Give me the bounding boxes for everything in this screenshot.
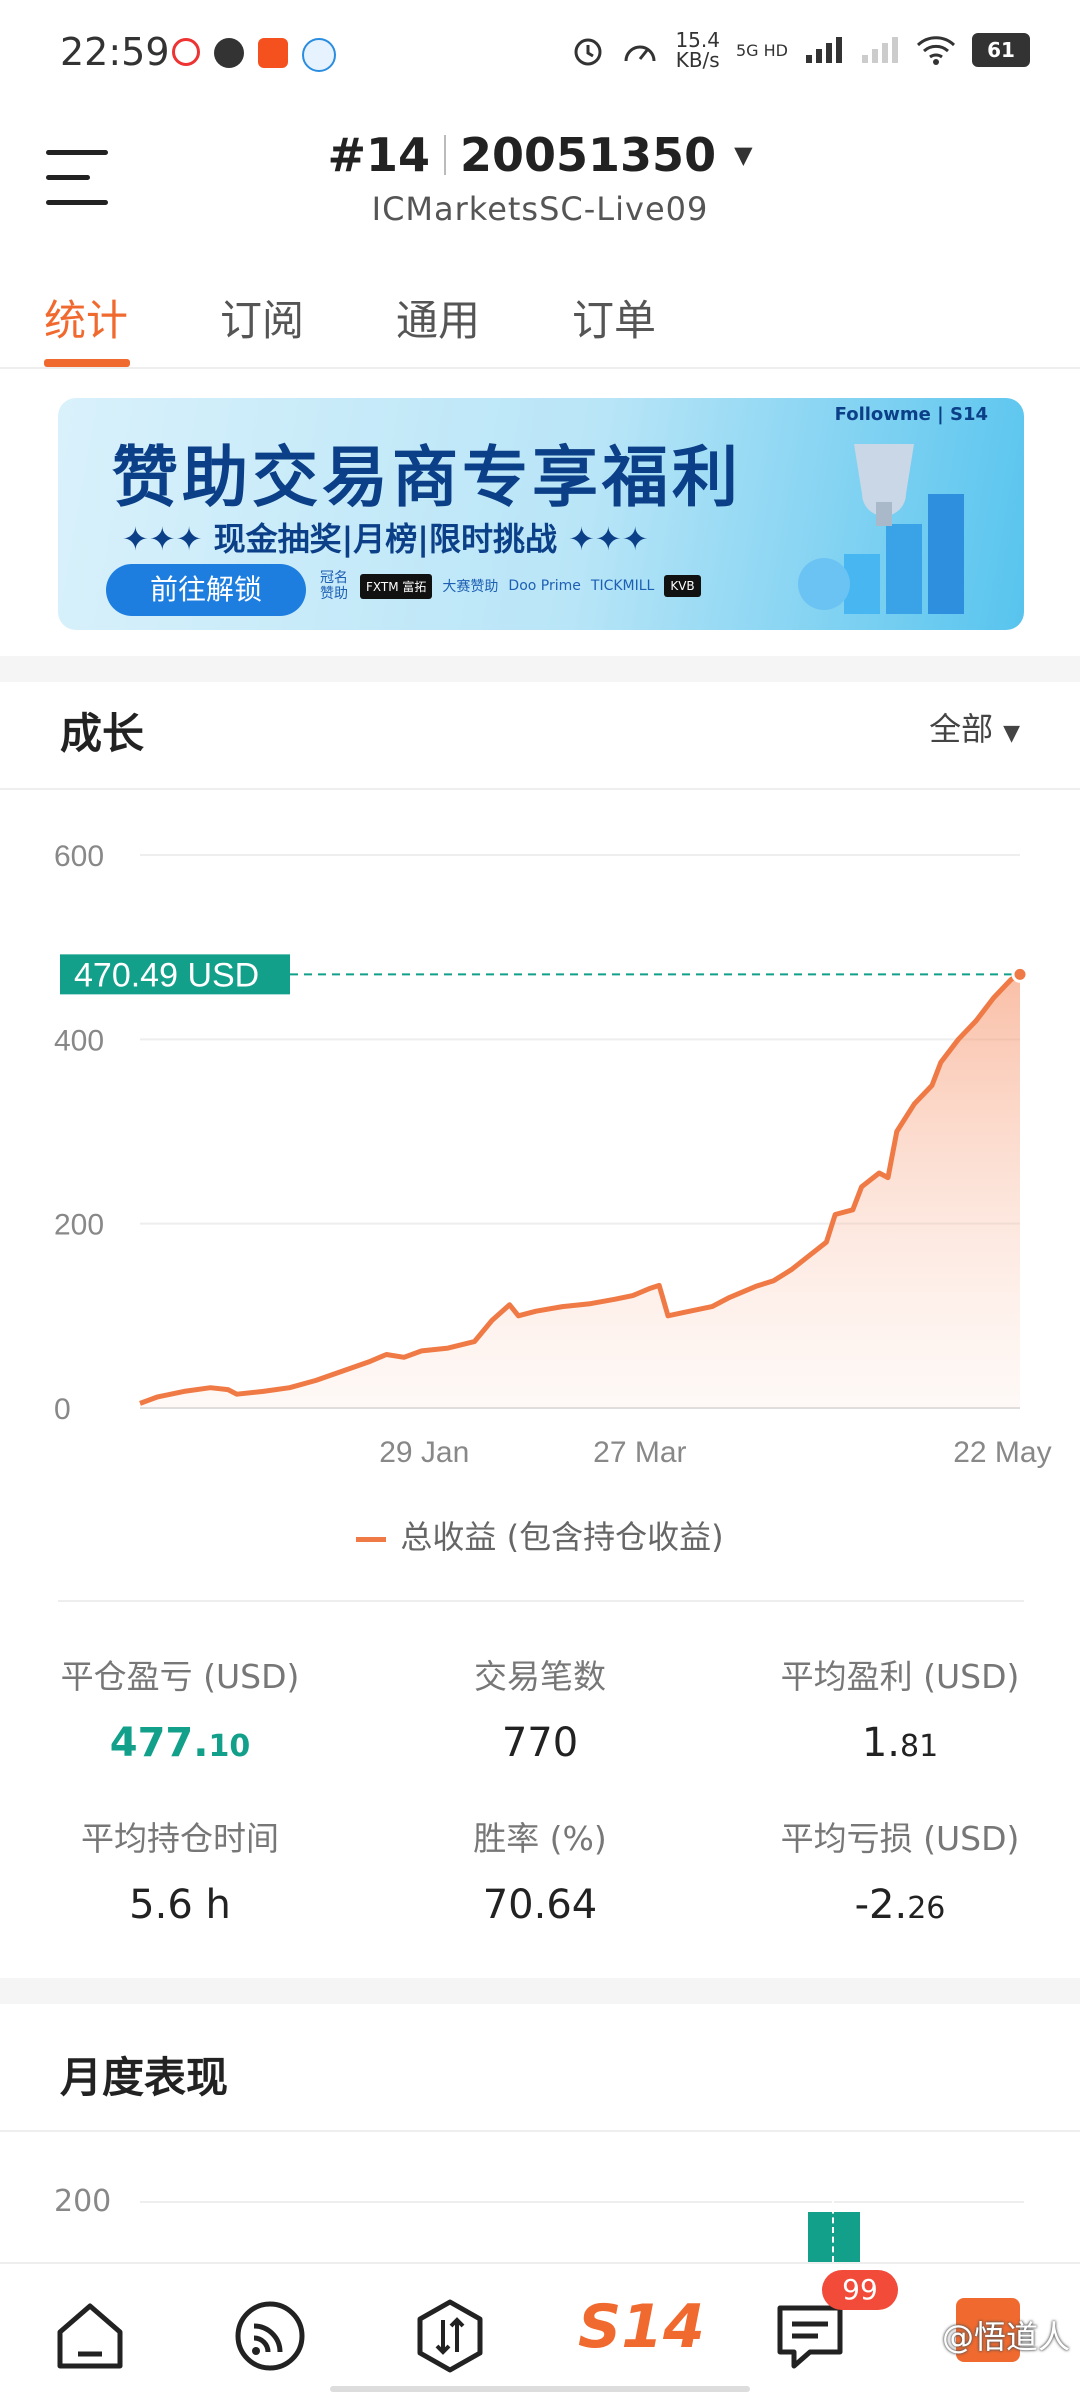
growth-title: 成长 [60, 709, 145, 758]
tab-stats[interactable]: 统计 [44, 287, 128, 348]
monthly-y-tick: 200 [54, 2184, 112, 2219]
app-icon [214, 38, 244, 68]
trophy-illustration [798, 444, 964, 614]
stat-item: 平均持仓时间 5.6 h [0, 1812, 360, 1928]
monthly-bar-marker [832, 2198, 836, 2262]
stat-value: 70.64 [482, 1882, 598, 1928]
stat-value: 477.10 [109, 1720, 251, 1766]
sponsor-fxtm: FXTM 富拓 [360, 573, 433, 599]
sponsor-label: 冠名赞助 [320, 570, 348, 602]
stat-label: 平均亏损 (USD) [780, 1819, 1020, 1858]
s14-logo-icon[interactable]: S14 [578, 2292, 705, 2372]
stat-item: 交易笔数 770 [360, 1650, 720, 1766]
current-point [1011, 965, 1029, 983]
notification-icons [172, 38, 336, 72]
map-pin-icon [172, 38, 200, 66]
y-tick-label: 600 [54, 840, 104, 873]
stat-label: 平均持仓时间 [81, 1819, 279, 1858]
stat-label: 平仓盈亏 (USD) [60, 1657, 300, 1696]
taobao-icon [258, 38, 288, 68]
dropdown-caret-icon: ▼ [1003, 721, 1020, 746]
monthly-gridline [140, 2201, 1024, 2203]
bottom-nav: S14 [0, 2262, 1080, 2402]
promo-banner[interactable]: Followme | S14 赞助交易商专享福利 ✦✦✦ 现金抽奖|月榜|限时挑… [58, 398, 1024, 630]
sponsor-main: 大赛赞助 [442, 579, 499, 595]
watermark: @悟道人 [941, 2318, 1070, 2356]
stat-item: 胜率 (%) 70.64 [360, 1812, 720, 1928]
stat-value: 1.81 [861, 1720, 939, 1766]
stat-label: 胜率 (%) [473, 1819, 607, 1858]
k-app-icon [302, 38, 336, 72]
y-tick-label: 200 [54, 1209, 104, 1242]
feed-icon[interactable] [230, 2296, 310, 2376]
signal-icon [806, 37, 842, 63]
wifi-icon [916, 36, 956, 65]
legend-label: 总收益 (包含持仓收益) [400, 1518, 724, 1556]
section-gap [0, 656, 1080, 682]
sponsor-strip: 冠名赞助 FXTM 富拓 大赛赞助 Doo Prime TICKMILL KVB [320, 570, 701, 602]
home-indicator[interactable] [330, 2386, 750, 2392]
status-bar: 22:59 15.4 KB/s 5G HD 61 [0, 0, 1080, 110]
net-type: 5G HD [735, 40, 788, 60]
growth-chart[interactable]: 600 400 200 0 29 Jan 27 Mar 22 May 470.49 USD [0, 790, 1080, 1550]
x-tick-label: 29 Jan [379, 1436, 469, 1469]
status-time: 22:59 [60, 30, 170, 74]
rank-label: #14 [327, 128, 431, 182]
stat-label: 交易笔数 [474, 1657, 606, 1696]
section-gap [0, 1978, 1080, 2004]
sponsor-kvb: KVB [664, 575, 701, 597]
stat-value: 5.6 h [129, 1882, 231, 1928]
divider [0, 2130, 1080, 2132]
banner-title: 赞助交易商专享福利 [112, 439, 742, 516]
stat-value: -2.26 [854, 1882, 946, 1928]
speedometer-icon [624, 45, 656, 62]
account-selector[interactable]: #14 20051350 ▼ ICMarketsSC-Live09 [0, 128, 1080, 228]
signal-weak-icon [862, 37, 898, 63]
legend-swatch [356, 1536, 387, 1542]
battery-icon: 61 [972, 33, 1030, 67]
divider [58, 1600, 1024, 1602]
home-icon[interactable] [50, 2296, 130, 2376]
unlock-button[interactable]: 前往解锁 [106, 564, 306, 616]
server-name: ICMarketsSC-Live09 [371, 190, 709, 228]
x-tick-label: 27 Mar [593, 1436, 686, 1469]
monthly-title: 月度表现 [60, 2053, 229, 2102]
dropdown-caret-icon: ▼ [734, 141, 753, 169]
y-tick-label: 400 [54, 1024, 104, 1057]
stat-label: 平均盈利 (USD) [780, 1657, 1020, 1696]
status-right: 15.4 KB/s 5G HD 61 [571, 30, 1030, 70]
tab-subscribe[interactable]: 订阅 [220, 287, 304, 348]
stat-item: 平均盈利 (USD) 1.81 [720, 1650, 1080, 1766]
stat-value: 770 [501, 1720, 579, 1766]
message-count-badge: 99 [822, 2270, 898, 2310]
banner-brand: Followme | S14 [834, 404, 988, 425]
stat-item: 平仓盈亏 (USD) 477.10 [0, 1650, 360, 1766]
sponsor-tickmill: TICKMILL [590, 578, 655, 594]
range-filter[interactable]: 全部 ▼ [929, 704, 1020, 750]
tab-bar: 统计 订阅 通用 订单 [0, 275, 1080, 369]
tab-general[interactable]: 通用 [396, 287, 480, 348]
net-speed: 15.4 KB/s [675, 28, 720, 72]
x-tick-label: 22 May [953, 1436, 1051, 1469]
alarm-icon [574, 38, 602, 66]
y-tick-label: 0 [54, 1393, 71, 1426]
banner-subtitle: ✦✦✦ 现金抽奖|月榜|限时挑战 ✦✦✦ [122, 520, 649, 558]
current-value-label: 470.49 USD [74, 956, 259, 994]
tab-indicator [44, 359, 130, 367]
chart-legend: 总收益 (包含持仓收益) [0, 1512, 1080, 1558]
stat-item: 平均亏损 (USD) -2.26 [720, 1812, 1080, 1928]
account-number: 20051350 [460, 128, 717, 182]
sponsor-doo: Doo Prime [508, 578, 581, 594]
tab-orders[interactable]: 订单 [572, 287, 656, 348]
trade-icon[interactable] [410, 2296, 490, 2376]
